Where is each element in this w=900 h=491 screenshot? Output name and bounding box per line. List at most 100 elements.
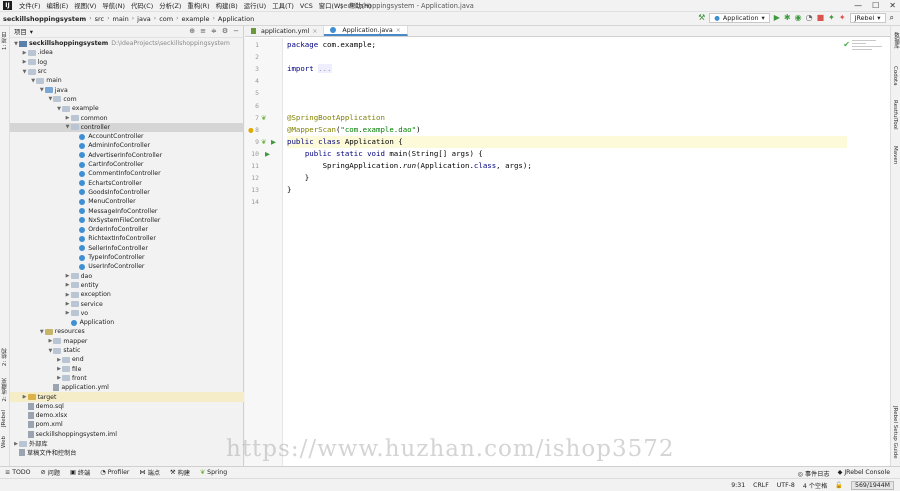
- problems-tool-button[interactable]: ⊘ 问题: [35, 468, 65, 477]
- tree-item[interactable]: ▶ target: [10, 392, 244, 402]
- jrebel-run-icon[interactable]: ✦: [828, 13, 835, 23]
- hammer-icon[interactable]: ⚒: [698, 13, 705, 23]
- expanded-arrow-icon[interactable]: ▼: [65, 124, 71, 130]
- tree-item[interactable]: ▶ front: [10, 374, 244, 383]
- structure-tool-label[interactable]: 2: 结构: [1, 348, 9, 366]
- collapsed-arrow-icon[interactable]: ▶: [65, 115, 71, 121]
- run-config-select[interactable]: ● Application ▾: [709, 13, 770, 23]
- tree-item[interactable]: application.yml: [10, 383, 244, 392]
- breadcrumb-com[interactable]: com: [156, 15, 176, 23]
- file-encoding[interactable]: UTF-8: [777, 482, 795, 489]
- menu-code[interactable]: 代码(C): [128, 1, 156, 10]
- jrebel-tool-label[interactable]: JRebel: [1, 410, 7, 427]
- tree-item[interactable]: ▼ main: [10, 76, 244, 85]
- tree-item[interactable]: ▶ mapper: [10, 337, 244, 346]
- endpoints-tool-button[interactable]: ⋈ 端点: [134, 468, 165, 477]
- close-tab-icon[interactable]: ×: [396, 27, 401, 34]
- tree-item[interactable]: CommentInfoController: [10, 169, 244, 178]
- code-line[interactable]: package com.example;: [287, 39, 376, 51]
- hide-icon[interactable]: −: [233, 27, 239, 35]
- terminal-tool-button[interactable]: ▣ 终端: [65, 468, 95, 477]
- tab-application-java[interactable]: Application.java ×: [324, 26, 408, 36]
- run-icon[interactable]: ▶: [774, 13, 780, 23]
- tree-item[interactable]: ▶ 外部库: [10, 439, 244, 448]
- spring-tool-button[interactable]: ❦ Spring: [195, 469, 232, 476]
- tree-item[interactable]: AdvertiserInfoController: [10, 151, 244, 160]
- tree-item[interactable]: MessageInfoController: [10, 206, 244, 215]
- tree-item[interactable]: RichtextInfoController: [10, 234, 244, 243]
- menu-tools[interactable]: 工具(T): [269, 1, 297, 10]
- tree-item[interactable]: AdminInfoController: [10, 141, 244, 150]
- lock-icon[interactable]: 🔓: [835, 481, 843, 489]
- event-log-button[interactable]: ◎ 事件日志: [798, 469, 830, 478]
- profiler-tool-button[interactable]: ◔ Profiler: [95, 469, 134, 476]
- collapsed-arrow-icon[interactable]: ▶: [65, 292, 71, 298]
- tree-item[interactable]: ▶ .idea: [10, 48, 244, 57]
- menu-view[interactable]: 视图(V): [71, 1, 99, 10]
- tree-item[interactable]: 草稿文件和控制台: [10, 448, 244, 457]
- code-line[interactable]: SpringApplication.run(Application.class,…: [287, 160, 532, 172]
- tree-item[interactable]: demo.xlsx: [10, 411, 244, 420]
- tree-item[interactable]: ▶ entity: [10, 281, 244, 290]
- spring-bean-icon[interactable]: ❦: [261, 138, 266, 146]
- indent-setting[interactable]: 4 个空格: [803, 481, 827, 490]
- web-tool-label[interactable]: Web: [1, 436, 7, 448]
- collapse-icon[interactable]: ≡: [200, 27, 206, 35]
- expanded-arrow-icon[interactable]: ▼: [22, 69, 28, 75]
- collapsed-arrow-icon[interactable]: ▶: [65, 273, 71, 279]
- menu-file[interactable]: 文件(F): [16, 1, 43, 10]
- tree-item[interactable]: ▶ log: [10, 58, 244, 67]
- chevron-down-icon[interactable]: ▾: [30, 28, 33, 36]
- tree-item[interactable]: ▼ seckillshoppingsystem D:\IdeaProjects\se…: [10, 39, 244, 48]
- menu-edit[interactable]: 编辑(E): [43, 1, 71, 10]
- jrebel-select[interactable]: JRebel ▾: [849, 13, 886, 23]
- run-gutter-icon[interactable]: ▶: [271, 138, 276, 146]
- menu-run[interactable]: 运行(U): [241, 1, 269, 10]
- tree-item[interactable]: ▶ service: [10, 299, 244, 308]
- breadcrumb-main[interactable]: main: [110, 15, 132, 23]
- maven-tool-label[interactable]: Maven: [892, 146, 898, 164]
- collapsed-arrow-icon[interactable]: ▶: [22, 59, 28, 65]
- tree-item[interactable]: Application: [10, 318, 244, 327]
- close-tab-icon[interactable]: ×: [312, 28, 317, 35]
- code-line[interactable]: }: [287, 184, 291, 196]
- tree-item[interactable]: ▶ dao: [10, 272, 244, 281]
- menu-vcs[interactable]: VCS: [297, 2, 316, 10]
- tree-item[interactable]: ▼ com: [10, 95, 244, 104]
- run-gutter-icon[interactable]: ▶: [265, 150, 270, 158]
- database-tool-label[interactable]: 数据库: [892, 32, 900, 49]
- close-icon[interactable]: ✕: [889, 1, 896, 10]
- code-line[interactable]: @SpringBootApplication: [287, 112, 385, 124]
- tree-item[interactable]: pom.xml: [10, 420, 244, 429]
- tree-item[interactable]: MenuController: [10, 197, 244, 206]
- gear-icon[interactable]: ⚙: [222, 27, 228, 35]
- profile-icon[interactable]: ◔: [806, 13, 813, 23]
- cursor-position[interactable]: 9:31: [731, 482, 745, 489]
- favorites-tool-label[interactable]: 2: 收藏夹: [1, 378, 9, 402]
- collapsed-arrow-icon[interactable]: ▶: [65, 301, 71, 307]
- locate-icon[interactable]: ⊕: [189, 27, 195, 35]
- tree-item[interactable]: OrderInfoController: [10, 225, 244, 234]
- line-separator[interactable]: CRLF: [753, 482, 769, 489]
- menu-analyze[interactable]: 分析(Z): [156, 1, 184, 10]
- tree-item[interactable]: CartInfoController: [10, 160, 244, 169]
- tree-item[interactable]: SellerInfoController: [10, 244, 244, 253]
- breadcrumb-project[interactable]: seckillshoppingsystem: [0, 15, 89, 23]
- spring-bean-icon[interactable]: ❦: [261, 114, 266, 122]
- expanded-arrow-icon[interactable]: ▼: [39, 87, 45, 93]
- tree-item[interactable]: GoodsInfoController: [10, 188, 244, 197]
- tree-item[interactable]: ▶ exception: [10, 290, 244, 299]
- tree-item[interactable]: EchartsController: [10, 179, 244, 188]
- tree-item[interactable]: demo.sql: [10, 402, 244, 411]
- codota-tool-label[interactable]: Codota: [892, 66, 898, 86]
- minimize-icon[interactable]: —: [854, 1, 862, 10]
- maximize-icon[interactable]: ☐: [872, 1, 879, 10]
- breadcrumb-example[interactable]: example: [178, 15, 212, 23]
- stop-icon[interactable]: ■: [817, 13, 825, 23]
- project-panel-title[interactable]: 项目: [14, 27, 27, 36]
- tree-item[interactable]: ▶ file: [10, 365, 244, 374]
- menu-navigate[interactable]: 导航(N): [99, 1, 128, 10]
- memory-indicator[interactable]: 569/1944M: [851, 480, 894, 490]
- expanded-arrow-icon[interactable]: ▼: [39, 329, 45, 335]
- jrebel-setup-tool-label[interactable]: JRebel Setup Guide: [892, 406, 898, 459]
